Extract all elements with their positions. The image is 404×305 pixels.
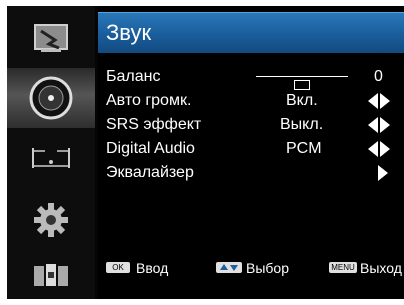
sidebar-item-settings[interactable]: [7, 192, 95, 248]
left-right-arrows-icon[interactable]: [368, 141, 390, 157]
ok-key-icon: OK: [106, 262, 130, 273]
left-right-arrows-icon[interactable]: [368, 93, 390, 109]
menu-row-balance[interactable]: Баланс 0: [106, 66, 402, 90]
up-down-key-icon: [216, 262, 242, 273]
picture-icon: [34, 24, 68, 52]
sound-menu-panel: Звук Баланс 0 Авто громк. Вкл. SRS эффек…: [98, 6, 404, 299]
menu-row-srs[interactable]: SRS эффект Выкл.: [106, 114, 402, 136]
footer-hints: OK Ввод Выбор MENU Выход: [98, 259, 404, 281]
balance-value: 0: [374, 68, 383, 85]
balance-slider[interactable]: [256, 76, 348, 90]
menu-row-digital-audio[interactable]: Digital Audio PCM: [106, 138, 402, 160]
exit-hint: Выход: [360, 260, 402, 276]
srs-value: Выкл.: [280, 116, 324, 133]
tv-screen: Звук Баланс 0 Авто громк. Вкл. SRS эффек…: [7, 6, 404, 299]
channel-icon: [32, 148, 70, 168]
menu-header: Звук: [98, 12, 404, 53]
sound-icon: [29, 76, 73, 120]
sidebar-item-channel[interactable]: [7, 130, 95, 186]
menu-row-auto-volume[interactable]: Авто громк. Вкл.: [106, 90, 402, 112]
sidebar: [7, 6, 95, 299]
srs-label: SRS эффект: [106, 116, 202, 133]
balance-label: Баланс: [106, 68, 161, 85]
menu-row-equalizer[interactable]: Эквалайзер: [106, 162, 402, 184]
auto-volume-label: Авто громк.: [106, 92, 192, 109]
settings-icon: [34, 203, 68, 237]
equalizer-label: Эквалайзер: [106, 164, 194, 181]
enter-hint: Ввод: [136, 260, 169, 276]
left-right-arrows-icon[interactable]: [368, 117, 390, 133]
sidebar-item-lock[interactable]: [7, 246, 95, 302]
right-arrow-icon[interactable]: [368, 165, 390, 181]
select-hint: Выбор: [246, 260, 289, 276]
page-title: Звук: [106, 20, 152, 45]
balance-slider-knob[interactable]: [294, 80, 310, 90]
digital-audio-label: Digital Audio: [106, 140, 195, 157]
digital-audio-value: PCM: [286, 140, 322, 157]
menu-key-icon: MENU: [329, 262, 357, 273]
auto-volume-value: Вкл.: [286, 92, 318, 109]
sidebar-item-picture[interactable]: [7, 10, 95, 66]
lock-icon: [34, 264, 68, 286]
sidebar-item-sound[interactable]: [7, 68, 95, 128]
